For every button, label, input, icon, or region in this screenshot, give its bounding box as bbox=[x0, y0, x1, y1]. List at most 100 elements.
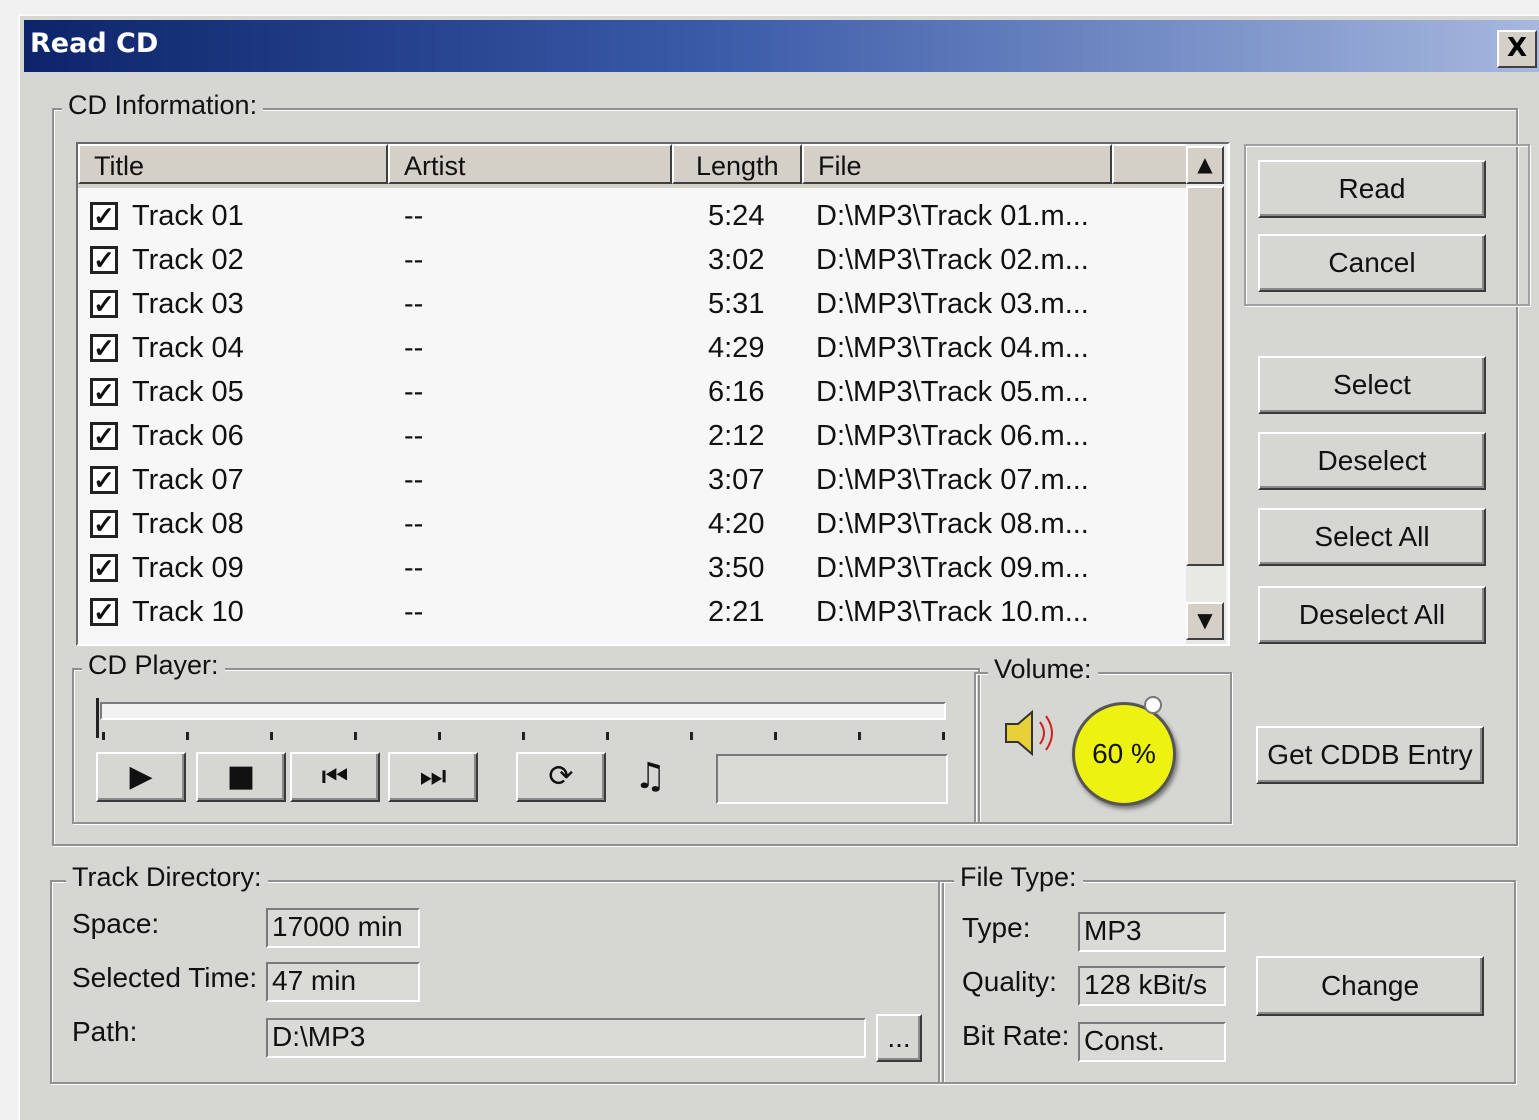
track-checkbox[interactable]: ✓ bbox=[90, 378, 118, 406]
track-file: D:\MP3\Track 04.m... bbox=[816, 332, 1089, 364]
next-track-icon: ⏭ bbox=[419, 759, 447, 794]
track-checkbox[interactable]: ✓ bbox=[90, 202, 118, 230]
track-length: 5:31 bbox=[708, 288, 765, 320]
column-length[interactable]: Length bbox=[672, 144, 802, 184]
track-file: D:\MP3\Track 03.m... bbox=[816, 288, 1089, 320]
track-title: Track 06 bbox=[132, 420, 244, 452]
track-file: D:\MP3\Track 08.m... bbox=[816, 508, 1089, 540]
vertical-scrollbar[interactable]: ▲ ▼ bbox=[1186, 144, 1226, 644]
track-file: D:\MP3\Track 06.m... bbox=[816, 420, 1089, 452]
previous-track-button[interactable]: ⏮ bbox=[290, 752, 380, 802]
play-icon: ▶ bbox=[129, 759, 153, 794]
slider-tick bbox=[942, 732, 945, 740]
track-checkbox[interactable]: ✓ bbox=[90, 466, 118, 494]
deselect-all-button[interactable]: Deselect All bbox=[1258, 586, 1486, 644]
cd-information-label: CD Information: bbox=[62, 90, 264, 121]
track-artist: -- bbox=[404, 332, 424, 364]
track-length: 4:20 bbox=[708, 508, 765, 540]
path-field[interactable]: D:\MP3 bbox=[266, 1018, 866, 1058]
cd-player-label: CD Player: bbox=[82, 650, 225, 681]
scroll-down-icon[interactable]: ▼ bbox=[1186, 602, 1224, 640]
column-file[interactable]: File bbox=[802, 144, 1112, 184]
track-row[interactable]: ✓ Track 06 -- 2:12 D:\MP3\Track 06.m... bbox=[78, 414, 1178, 458]
track-row[interactable]: ✓ Track 03 -- 5:31 D:\MP3\Track 03.m... bbox=[78, 282, 1178, 326]
track-row[interactable]: ✓ Track 09 -- 3:50 D:\MP3\Track 09.m... bbox=[78, 546, 1178, 590]
track-length: 4:29 bbox=[708, 332, 765, 364]
column-artist[interactable]: Artist bbox=[388, 144, 672, 184]
track-checkbox[interactable]: ✓ bbox=[90, 598, 118, 626]
track-checkbox[interactable]: ✓ bbox=[90, 422, 118, 450]
play-button[interactable]: ▶ bbox=[96, 752, 186, 802]
track-row[interactable]: ✓ Track 08 -- 4:20 D:\MP3\Track 08.m... bbox=[78, 502, 1178, 546]
track-file: D:\MP3\Track 10.m... bbox=[816, 596, 1089, 628]
next-track-button[interactable]: ⏭ bbox=[388, 752, 478, 802]
track-title: Track 03 bbox=[132, 288, 244, 320]
title-bar[interactable]: Read CD bbox=[24, 20, 1539, 72]
select-button[interactable]: Select bbox=[1258, 356, 1486, 414]
selected-time-label: Selected Time: bbox=[72, 962, 258, 993]
track-list[interactable]: Title Artist Length File ✓ Track 01 -- 5:24… bbox=[76, 142, 1230, 646]
track-file: D:\MP3\Track 07.m... bbox=[816, 464, 1089, 496]
track-file: D:\MP3\Track 05.m... bbox=[816, 376, 1089, 408]
track-artist: -- bbox=[404, 552, 424, 584]
track-row[interactable]: ✓ Track 05 -- 6:16 D:\MP3\Track 05.m... bbox=[78, 370, 1178, 414]
type-field: MP3 bbox=[1078, 912, 1226, 952]
music-note-icon[interactable]: ♫ bbox=[634, 756, 666, 797]
position-slider-track[interactable] bbox=[100, 702, 946, 720]
track-row[interactable]: ✓ Track 01 -- 5:24 D:\MP3\Track 01.m... bbox=[78, 194, 1178, 238]
track-row[interactable]: ✓ Track 04 -- 4:29 D:\MP3\Track 04.m... bbox=[78, 326, 1178, 370]
track-row[interactable]: ✓ Track 02 -- 3:02 D:\MP3\Track 02.m... bbox=[78, 238, 1178, 282]
track-artist: -- bbox=[404, 508, 424, 540]
select-all-button[interactable]: Select All bbox=[1258, 508, 1486, 566]
track-title: Track 10 bbox=[132, 596, 244, 628]
column-title[interactable]: Title bbox=[78, 144, 388, 184]
track-row[interactable]: ✓ Track 10 -- 2:21 D:\MP3\Track 10.m... bbox=[78, 590, 1178, 634]
stop-button[interactable]: ■ bbox=[196, 752, 286, 802]
slider-tick bbox=[690, 732, 693, 740]
scroll-thumb[interactable] bbox=[1186, 186, 1224, 566]
browse-button[interactable]: ... bbox=[876, 1014, 922, 1062]
deselect-button[interactable]: Deselect bbox=[1258, 432, 1486, 490]
slider-tick bbox=[438, 732, 441, 740]
change-button[interactable]: Change bbox=[1256, 956, 1484, 1016]
track-title: Track 09 bbox=[132, 552, 244, 584]
track-checkbox[interactable]: ✓ bbox=[90, 334, 118, 362]
cancel-button[interactable]: Cancel bbox=[1258, 234, 1486, 292]
volume-knob-indicator bbox=[1144, 696, 1162, 714]
track-length: 6:16 bbox=[708, 376, 765, 408]
track-title: Track 05 bbox=[132, 376, 244, 408]
slider-tick bbox=[354, 732, 357, 740]
get-cddb-entry-button[interactable]: Get CDDB Entry bbox=[1256, 726, 1484, 784]
volume-knob[interactable]: 60 % bbox=[1072, 702, 1176, 806]
track-title: Track 04 bbox=[132, 332, 244, 364]
track-artist: -- bbox=[404, 464, 424, 496]
slider-tick bbox=[186, 732, 189, 740]
track-checkbox[interactable]: ✓ bbox=[90, 510, 118, 538]
track-length: 2:21 bbox=[708, 596, 765, 628]
slider-tick bbox=[270, 732, 273, 740]
track-length: 5:24 bbox=[708, 200, 765, 232]
quality-field: 128 kBit/s bbox=[1078, 966, 1226, 1006]
list-header: Title Artist Length File bbox=[78, 144, 1188, 188]
window-title: Read CD bbox=[30, 28, 159, 59]
slider-tick bbox=[774, 732, 777, 740]
track-title: Track 08 bbox=[132, 508, 244, 540]
track-artist: -- bbox=[404, 596, 424, 628]
scroll-up-icon[interactable]: ▲ bbox=[1186, 146, 1224, 184]
track-title: Track 01 bbox=[132, 200, 244, 232]
column-extra bbox=[1112, 144, 1188, 184]
track-checkbox[interactable]: ✓ bbox=[90, 246, 118, 274]
repeat-button[interactable]: ⟳ bbox=[516, 752, 606, 802]
track-checkbox[interactable]: ✓ bbox=[90, 554, 118, 582]
close-button[interactable]: X bbox=[1497, 30, 1537, 68]
track-file: D:\MP3\Track 02.m... bbox=[816, 244, 1089, 276]
slider-tick bbox=[858, 732, 861, 740]
track-length: 3:07 bbox=[708, 464, 765, 496]
stop-icon: ■ bbox=[226, 759, 256, 794]
track-checkbox[interactable]: ✓ bbox=[90, 290, 118, 318]
bit-rate-label: Bit Rate: bbox=[962, 1020, 1070, 1051]
track-directory-label: Track Directory: bbox=[66, 862, 268, 893]
read-button[interactable]: Read bbox=[1258, 160, 1486, 218]
track-title: Track 02 bbox=[132, 244, 244, 276]
track-row[interactable]: ✓ Track 07 -- 3:07 D:\MP3\Track 07.m... bbox=[78, 458, 1178, 502]
